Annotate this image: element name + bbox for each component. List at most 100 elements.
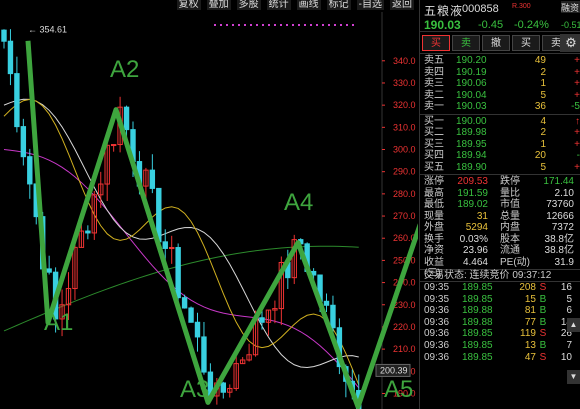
toolbar-button-restore[interactable]: 复权 [176,0,201,10]
trade-price: 189.85 [462,339,493,351]
ask-row[interactable]: 卖三 190.06 1 + [420,78,580,90]
price-tick-label: 320.0 [393,100,416,110]
toolbar-button-remove-watchlist[interactable]: -自选 [356,0,384,10]
stat-value-2: 171.44 [543,176,574,187]
bid-price: 189.90 [456,161,487,173]
bid-change: + [574,127,580,138]
trade-price: 189.85 [462,293,493,305]
stock-name: 五粮液 [424,4,464,18]
stock-change-pct: -0.24% [514,19,549,31]
wave-label-a3: A3 [180,376,209,403]
bid-change: - [576,150,580,161]
bid-volume: 2 [540,127,546,138]
bid-volume: 1 [540,138,546,150]
ask-change: + [574,55,580,66]
price-tick-label: 220.0 [393,322,416,332]
stat-key-2: 内盘 [500,222,520,233]
stat-row: 净资 23.96 流通 38.8亿 [420,245,580,257]
price-tick-label: 330.0 [393,78,416,88]
trade-price: 189.88 [462,316,493,328]
stat-key: 现量 [424,210,444,222]
ask-row[interactable]: 卖五 190.20 49 + [420,55,580,67]
bid-row[interactable]: 买五 189.90 5 + [420,162,580,174]
trade-time: 09:35 [424,282,450,293]
price-tick-label: 310.0 [393,122,416,132]
bid-change: + [574,138,580,150]
stat-value: 189.02 [457,199,488,210]
candle-body [7,40,14,75]
price-tick-label: 300.0 [393,145,416,155]
bid-label: 买一 [424,115,444,127]
bid-row[interactable]: 买三 189.95 1 + [420,139,580,151]
trade-time: 09:36 [424,305,450,317]
trade-price: 189.88 [462,305,493,317]
stat-value-2: 7372 [551,222,574,233]
stat-row: 最高 191.59 量比 2.10 [420,188,580,200]
ask-row[interactable]: 卖二 190.04 5 + [420,90,580,102]
trade-qty: 15 [524,293,536,305]
candle-body [20,126,27,158]
stat-row: 现量 31 总量 12666 [420,211,580,223]
candle-body [46,268,52,273]
margin-tab[interactable]: 融资 [561,1,580,13]
stat-value-2: 2.10 [554,187,574,199]
ask-label: 卖五 [424,55,444,66]
stat-key: 最低 [424,199,444,210]
buy-button-2[interactable]: 买 [512,34,540,51]
sell-button[interactable]: 卖 [452,34,480,51]
bid-row[interactable]: 买一 190.00 4 ↑ [420,116,580,128]
stat-value-2: 31.9 [554,256,574,268]
bid-row[interactable]: 买四 189.94 20 - [420,150,580,162]
candle-body [123,106,130,131]
toolbar-button-draw-line[interactable]: 画线 [296,0,321,10]
bid-row[interactable]: 买二 189.98 2 + [420,127,580,139]
scroll-down-icon[interactable]: ▼ [567,370,580,384]
trade-price: 189.85 [462,351,493,363]
bid-change: + [574,161,580,173]
trade-qty: 208 [519,282,536,293]
stat-key-2: 量比 [500,187,520,199]
ask-price: 190.04 [456,89,487,101]
candlestick-chart[interactable]: 340.0 330.0 320.0 310.0 300.0 290.0 280.0 270.0… [0,12,418,409]
trade-time: 09:35 [424,293,450,305]
bid-label: 买四 [424,150,444,161]
trade-qty: 13 [524,339,536,351]
wave-label-a5: A5 [384,376,413,403]
trade-side: B [539,339,547,351]
bid-change: ↑ [575,115,580,127]
trade-row: 09:36189.8877B14 [420,317,580,329]
toolbar-button-mark[interactable]: 标记 [326,0,351,10]
trade-row: 09:36 189.85 13 B 7 [420,340,580,352]
stat-key-2: 总量 [500,210,520,222]
stat-value-2: 38.8亿 [544,233,574,245]
bid-label: 买五 [424,161,444,173]
cancel-order-button[interactable]: 撤 [482,34,510,51]
buy-button[interactable]: 买 [422,34,450,51]
trade-side: B [539,293,547,305]
trade-time: 09:36 [424,351,450,363]
ask-row[interactable]: 卖四 190.19 2 + [420,67,580,79]
trade-status: 交易状态: 连续竞价 09:37:12 [420,270,580,282]
wave-label-a2: A2 [110,56,139,83]
price-tick-label: 240.0 [393,278,416,288]
ask-row[interactable]: 卖一 190.03 36 -5 [420,101,580,113]
stat-row: 换手 0.03% 股本 38.8亿 [420,234,580,246]
trade-qty: 77 [524,316,536,328]
settings-gear-icon[interactable]: ⚙ [560,34,580,52]
toolbar-button-stats[interactable]: 统计 [266,0,291,10]
ask-volume: 2 [540,66,546,78]
scroll-up-icon[interactable]: ▲ [567,318,580,332]
candle-body [27,156,33,185]
toolbar-button-back[interactable]: 返回 [390,0,414,10]
stat-value-2: 73760 [546,199,574,210]
bid-volume: 20 [534,150,546,161]
current-price-label: 200.39 [380,365,408,375]
toolbar-button-overlay[interactable]: 叠加 [206,0,231,10]
elliott-wave-line [25,40,418,409]
trade-row: 09:36 189.85 47 S 10 [420,352,580,364]
candle-body [201,336,207,373]
price-tick-label: 340.0 [393,56,416,66]
high-price-marker: ← 354.61 [28,24,67,34]
chart-canvas: 340.0 330.0 320.0 310.0 300.0 290.0 280.0 270.0… [1,12,418,409]
toolbar-button-multi-stock[interactable]: 多股 [236,0,261,10]
